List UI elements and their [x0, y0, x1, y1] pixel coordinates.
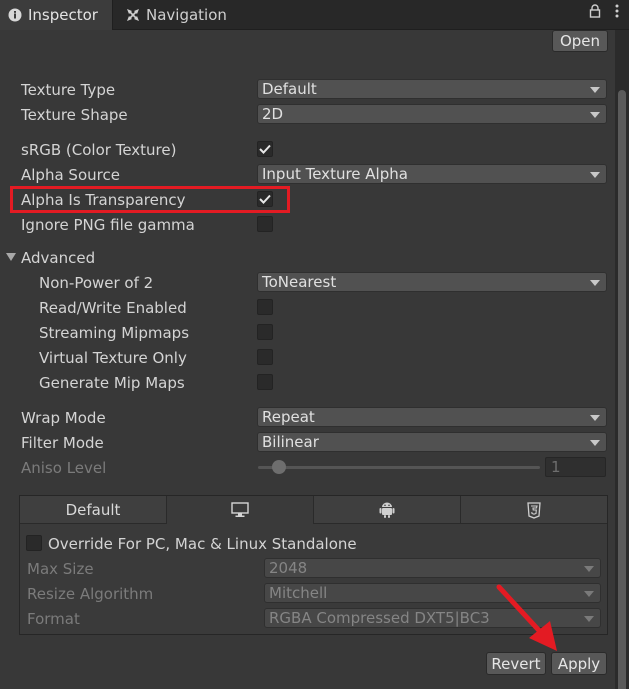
- annotation-arrow-icon: [496, 584, 557, 651]
- platform-tab-standalone[interactable]: [167, 496, 314, 524]
- non-power-of-2-value: ToNearest: [262, 273, 337, 291]
- generate-mip-maps-label: Generate Mip Maps: [39, 374, 185, 392]
- tab-bar: Inspector Navigation: [0, 0, 629, 30]
- more-options-icon[interactable]: [615, 4, 619, 22]
- texture-shape-value: 2D: [262, 105, 284, 123]
- chevron-down-icon: [590, 280, 600, 286]
- aniso-level-label: Aniso Level: [21, 459, 107, 477]
- info-icon: [8, 8, 22, 22]
- override-label: Override For PC, Mac & Linux Standalone: [48, 535, 357, 553]
- monitor-icon: [231, 502, 249, 517]
- srgb-checkbox[interactable]: [257, 141, 273, 157]
- platform-tab-default-label: Default: [65, 500, 121, 519]
- aniso-level-slider-track[interactable]: [258, 466, 540, 469]
- aniso-level-slider-handle[interactable]: [272, 460, 286, 474]
- ignore-png-gamma-checkbox[interactable]: [257, 216, 273, 232]
- texture-shape-dropdown[interactable]: 2D: [257, 104, 607, 124]
- format-value: RGBA Compressed DXT5|BC3: [269, 609, 490, 627]
- max-size-dropdown[interactable]: 2048: [264, 558, 601, 578]
- alpha-source-dropdown[interactable]: Input Texture Alpha: [257, 164, 607, 184]
- platform-tab-webgl[interactable]: [461, 496, 607, 524]
- streaming-mipmaps-label: Streaming Mipmaps: [39, 324, 190, 342]
- virtual-texture-only-label: Virtual Texture Only: [39, 349, 187, 367]
- chevron-down-icon: [590, 172, 600, 178]
- tab-navigation-label: Navigation: [146, 6, 227, 24]
- filter-mode-label: Filter Mode: [21, 434, 104, 452]
- resize-algorithm-label: Resize Algorithm: [27, 585, 154, 603]
- override-checkbox[interactable]: [26, 535, 42, 551]
- streaming-mipmaps-checkbox[interactable]: [257, 324, 273, 340]
- filter-mode-dropdown[interactable]: Bilinear: [257, 432, 607, 452]
- tab-inspector-label: Inspector: [28, 6, 98, 24]
- platform-tabs: Default: [20, 496, 607, 524]
- texture-type-label: Texture Type: [21, 81, 116, 99]
- lock-icon[interactable]: [589, 4, 601, 22]
- highlight-box: [10, 186, 290, 213]
- chevron-down-icon: [590, 112, 600, 118]
- filter-mode-value: Bilinear: [262, 433, 319, 451]
- generate-mip-maps-checkbox[interactable]: [257, 374, 273, 390]
- platform-tab-default[interactable]: Default: [20, 496, 167, 524]
- virtual-texture-only-checkbox[interactable]: [257, 349, 273, 365]
- non-power-of-2-label: Non-Power of 2: [39, 274, 154, 292]
- chevron-down-icon: [584, 566, 594, 572]
- chevron-down-icon: [584, 616, 594, 622]
- texture-shape-label: Texture Shape: [21, 106, 128, 124]
- wrap-mode-label: Wrap Mode: [21, 409, 106, 427]
- alpha-source-value: Input Texture Alpha: [262, 165, 408, 183]
- format-label: Format: [27, 610, 80, 628]
- scrollbar[interactable]: [615, 30, 629, 689]
- revert-button[interactable]: Revert: [486, 652, 546, 675]
- ignore-png-gamma-label: Ignore PNG file gamma: [21, 216, 195, 234]
- chevron-down-icon: [590, 440, 600, 446]
- read-write-checkbox[interactable]: [257, 299, 273, 315]
- chevron-down-icon: [590, 87, 600, 93]
- wrap-mode-value: Repeat: [262, 408, 315, 426]
- apply-button[interactable]: Apply: [551, 652, 607, 675]
- texture-type-value: Default: [262, 80, 317, 98]
- checkmark-icon: [259, 144, 271, 154]
- resize-algorithm-value: Mitchell: [269, 584, 328, 602]
- tab-navigation[interactable]: Navigation: [118, 0, 248, 30]
- scrollbar-thumb[interactable]: [618, 90, 626, 689]
- texture-type-dropdown[interactable]: Default: [257, 79, 607, 99]
- read-write-label: Read/Write Enabled: [39, 299, 187, 317]
- srgb-label: sRGB (Color Texture): [21, 141, 177, 159]
- non-power-of-2-dropdown[interactable]: ToNearest: [257, 272, 607, 292]
- wrap-mode-dropdown[interactable]: Repeat: [257, 407, 607, 427]
- aniso-level-field[interactable]: 1: [545, 457, 606, 477]
- foldout-arrow-icon[interactable]: [6, 253, 16, 261]
- alpha-source-label: Alpha Source: [21, 166, 120, 184]
- html5-icon: [527, 501, 541, 519]
- chevron-down-icon: [590, 415, 600, 421]
- max-size-value: 2048: [269, 559, 308, 577]
- max-size-label: Max Size: [27, 560, 94, 578]
- navigation-icon: [126, 8, 140, 22]
- chevron-down-icon: [584, 591, 594, 597]
- open-button[interactable]: Open: [552, 30, 608, 52]
- tab-inspector[interactable]: Inspector: [0, 0, 113, 30]
- platform-tab-android[interactable]: [314, 496, 461, 524]
- tab-bar-controls: [589, 4, 619, 22]
- android-icon: [379, 502, 395, 518]
- advanced-foldout-label[interactable]: Advanced: [21, 249, 95, 267]
